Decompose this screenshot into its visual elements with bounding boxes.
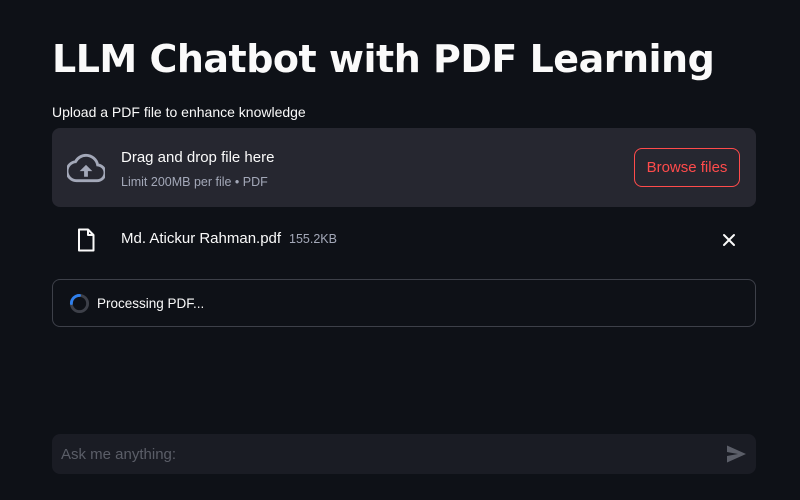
- processing-status: Processing PDF...: [52, 279, 756, 327]
- uploaded-file-row: Md. Atickur Rahman.pdf 155.2KB: [52, 220, 756, 260]
- send-button[interactable]: [724, 442, 748, 466]
- chat-input-bar: [52, 434, 756, 474]
- cloud-upload-icon: [67, 153, 105, 183]
- remove-file-button[interactable]: [718, 229, 740, 251]
- chat-input[interactable]: [52, 434, 712, 474]
- file-name: Md. Atickur Rahman.pdf: [121, 230, 282, 247]
- page-title: LLM Chatbot with PDF Learning: [52, 37, 715, 81]
- upload-label: Upload a PDF file to enhance knowledge: [52, 104, 306, 120]
- spinner-icon: [69, 293, 90, 314]
- dropzone-limit: Limit 200MB per file • PDF: [121, 175, 268, 189]
- send-icon: [727, 445, 746, 463]
- close-icon: [723, 234, 735, 246]
- dropzone-title: Drag and drop file here: [121, 149, 275, 166]
- browse-files-button[interactable]: Browse files: [634, 148, 740, 187]
- file-icon: [78, 228, 95, 252]
- status-text: Processing PDF...: [97, 296, 205, 311]
- file-dropzone[interactable]: Drag and drop file here Limit 200MB per …: [52, 128, 756, 207]
- file-size: 155.2KB: [289, 232, 337, 246]
